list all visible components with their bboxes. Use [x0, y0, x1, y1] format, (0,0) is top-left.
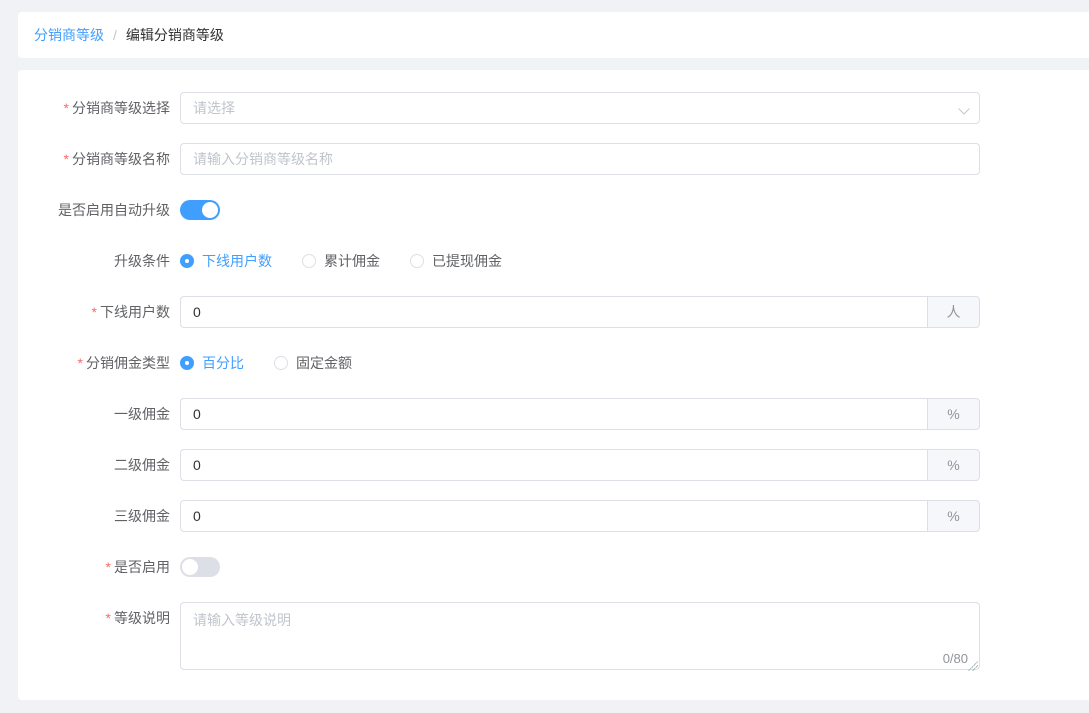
commission-level3-input[interactable] — [180, 500, 927, 532]
label-text: 下线用户数 — [100, 304, 170, 320]
label-text: 三级佣金 — [114, 508, 170, 524]
form-item-enabled: * 是否启用 — [18, 551, 1089, 583]
downline-users-label: * 下线用户数 — [18, 296, 180, 328]
radio-icon — [302, 254, 316, 268]
label-text: 是否启用自动升级 — [58, 202, 170, 218]
radio-downline-users[interactable]: 下线用户数 — [180, 251, 272, 271]
radio-percentage[interactable]: 百分比 — [180, 353, 244, 373]
label-text: 一级佣金 — [114, 406, 170, 422]
form-item-level-name: * 分销商等级名称 — [18, 143, 1089, 175]
toggle-knob — [202, 202, 218, 218]
label-text: 升级条件 — [114, 253, 170, 269]
required-mark: * — [91, 304, 97, 320]
form-item-description: *等级说明 0/80 — [18, 602, 1089, 673]
commission-level2-label: 二级佣金 — [18, 449, 180, 481]
breadcrumb: 分销商等级 / 编辑分销商等级 — [18, 12, 1089, 58]
unit-suffix: 人 — [927, 296, 980, 328]
label-text: 二级佣金 — [114, 457, 170, 473]
form-item-auto-upgrade: 是否启用自动升级 — [18, 194, 1089, 226]
upgrade-condition-label: 升级条件 — [18, 245, 180, 277]
radio-label: 已提现佣金 — [432, 253, 502, 269]
breadcrumb-current: 编辑分销商等级 — [125, 27, 224, 43]
radio-label: 百分比 — [202, 355, 244, 371]
radio-icon — [180, 254, 194, 268]
label-text: 是否启用 — [114, 559, 170, 575]
form-item-commission-level1: 一级佣金 % — [18, 398, 1089, 430]
char-counter: 0/80 — [942, 651, 968, 666]
enabled-toggle[interactable] — [180, 557, 220, 577]
form-card: *分销商等级选择 *分销商等级名称 是否启用自动升级 — [18, 70, 1089, 700]
label-text: 分销佣金类型 — [86, 355, 170, 371]
form-item-upgrade-condition: 升级条件 下线用户数 累计佣金 已提现佣金 — [18, 245, 1089, 277]
form-item-commission-level2: 二级佣金 % — [18, 449, 1089, 481]
label-text: 分销商等级选择 — [72, 100, 170, 116]
enabled-label: * 是否启用 — [18, 551, 180, 583]
level-select[interactable] — [180, 92, 980, 124]
radio-fixed-amount[interactable]: 固定金额 — [274, 353, 352, 373]
page: 分销商等级 / 编辑分销商等级 *分销商等级选择 *分销商等级名称 — [0, 0, 1089, 700]
toggle-knob — [182, 559, 198, 575]
label-text: 分销商等级名称 — [72, 151, 170, 167]
required-mark: * — [63, 151, 69, 167]
form-item-downline-users: *下线用户数 人 — [18, 296, 1089, 328]
radio-label: 下线用户数 — [202, 253, 272, 269]
required-mark: * — [63, 100, 69, 116]
percent-suffix: % — [927, 500, 980, 532]
radio-icon — [180, 356, 194, 370]
description-textarea[interactable] — [180, 602, 980, 670]
commission-type-label: * 分销佣金类型 — [18, 347, 180, 379]
downline-users-input[interactable] — [180, 296, 927, 328]
form-item-commission-level3: 三级佣金 % — [18, 500, 1089, 532]
form-item-commission-type: * 分销佣金类型 百分比 固定金额 — [18, 347, 1089, 379]
percent-suffix: % — [927, 449, 980, 481]
label-text: 等级说明 — [114, 610, 170, 626]
commission-level1-input[interactable] — [180, 398, 927, 430]
commission-level2-input[interactable] — [180, 449, 927, 481]
radio-withdrawn-commission[interactable]: 已提现佣金 — [410, 251, 502, 271]
level-select-label: * 分销商等级选择 — [18, 92, 180, 124]
required-mark: * — [77, 355, 83, 371]
level-name-input[interactable] — [180, 143, 980, 175]
level-name-label: * 分销商等级名称 — [18, 143, 180, 175]
radio-icon — [274, 356, 288, 370]
commission-level3-label: 三级佣金 — [18, 500, 180, 532]
form-item-level-select: * 分销商等级选择 — [18, 92, 1089, 124]
percent-suffix: % — [927, 398, 980, 430]
textarea-resize-handle[interactable] — [968, 661, 978, 671]
required-mark: * — [105, 610, 111, 626]
radio-cumulative-commission[interactable]: 累计佣金 — [302, 251, 380, 271]
commission-level1-label: 一级佣金 — [18, 398, 180, 430]
breadcrumb-separator: / — [113, 27, 117, 43]
level-select-input[interactable] — [180, 92, 980, 124]
radio-label: 固定金额 — [296, 355, 352, 371]
radio-icon — [410, 254, 424, 268]
required-mark: * — [105, 559, 111, 575]
auto-upgrade-label: 是否启用自动升级 — [18, 194, 180, 226]
radio-label: 累计佣金 — [324, 253, 380, 269]
breadcrumb-root-link[interactable]: 分销商等级 — [34, 25, 104, 45]
description-label: * 等级说明 — [18, 602, 180, 673]
auto-upgrade-toggle[interactable] — [180, 200, 220, 220]
